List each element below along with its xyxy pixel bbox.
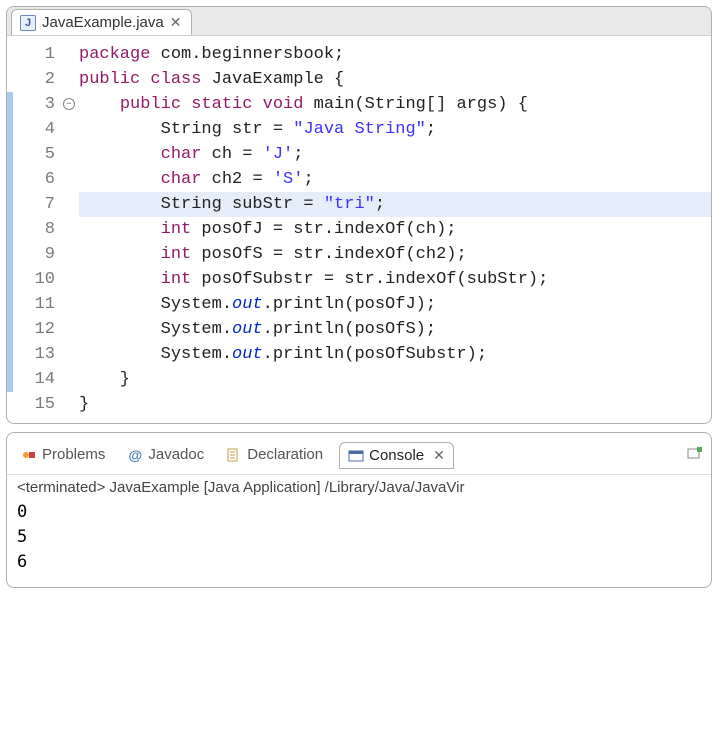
console-line: 5 (17, 525, 701, 550)
line-number: 2 (29, 67, 59, 92)
line-number: 3 (29, 92, 59, 117)
code-line: int posOfJ = str.indexOf(ch); (79, 217, 711, 242)
bottom-panel: Problems @ Javadoc Declaration Console ✕… (6, 432, 712, 588)
code-line: char ch2 = 'S'; (79, 167, 711, 192)
code-line: System.out.println(posOfSubstr); (79, 342, 711, 367)
line-number: 1 (29, 42, 59, 67)
code-line: String str = "Java String"; (79, 117, 711, 142)
code-line: public static void main(String[] args) { (79, 92, 711, 117)
line-number: 12 (29, 317, 59, 342)
declaration-icon (226, 447, 242, 463)
code-line: package com.beginnersbook; (79, 42, 711, 67)
console-output[interactable]: 056 (7, 498, 711, 577)
code-line: System.out.println(posOfJ); (79, 292, 711, 317)
tab-javadoc[interactable]: @ Javadoc (121, 444, 210, 465)
console-line: 0 (17, 500, 701, 525)
close-icon[interactable]: ✕ (433, 447, 445, 464)
problems-icon (21, 447, 37, 463)
line-number: 5 (29, 142, 59, 167)
line-number: 9 (29, 242, 59, 267)
tab-problems[interactable]: Problems (15, 444, 111, 465)
console-line: 6 (17, 550, 701, 575)
marker-column (7, 36, 29, 417)
tab-label: Problems (42, 446, 105, 463)
code-area: 123−456789101112131415 package com.begin… (7, 36, 711, 423)
line-number: 14 (29, 367, 59, 392)
editor-tab[interactable]: J JavaExample.java ✕ (11, 9, 192, 35)
code-line: int posOfS = str.indexOf(ch2); (79, 242, 711, 267)
line-number: 11 (29, 292, 59, 317)
code-line: public class JavaExample { (79, 67, 711, 92)
code-line: System.out.println(posOfS); (79, 317, 711, 342)
console-status: <terminated> JavaExample [Java Applicati… (7, 475, 711, 498)
line-number: 4 (29, 117, 59, 142)
javadoc-icon: @ (127, 447, 143, 463)
code-line: } (79, 392, 711, 417)
line-number: 15 (29, 392, 59, 417)
tab-console[interactable]: Console ✕ (339, 442, 454, 469)
line-number: 6 (29, 167, 59, 192)
code-content[interactable]: package com.beginnersbook;public class J… (63, 36, 711, 417)
close-icon[interactable]: ✕ (170, 14, 182, 31)
tab-label: Declaration (247, 446, 323, 463)
code-line: String subStr = "tri"; (79, 192, 711, 217)
tab-filename: JavaExample.java (42, 14, 164, 31)
code-line: } (79, 367, 711, 392)
tab-label: Console (369, 447, 424, 464)
console-icon (348, 448, 364, 464)
editor-tab-bar: J JavaExample.java ✕ (7, 7, 711, 36)
tab-declaration[interactable]: Declaration (220, 444, 329, 465)
line-number: 7 (29, 192, 59, 217)
line-number: 8 (29, 217, 59, 242)
line-number: 10 (29, 267, 59, 292)
editor-panel: J JavaExample.java ✕ 123−456789101112131… (6, 6, 712, 424)
code-line: int posOfSubstr = str.indexOf(subStr); (79, 267, 711, 292)
line-number: 13 (29, 342, 59, 367)
java-file-icon: J (20, 15, 36, 31)
bottom-tab-bar: Problems @ Javadoc Declaration Console ✕ (7, 439, 711, 475)
tab-label: Javadoc (148, 446, 204, 463)
line-number-gutter[interactable]: 123−456789101112131415 (29, 36, 63, 417)
code-line: char ch = 'J'; (79, 142, 711, 167)
console-action-icon[interactable] (687, 445, 703, 465)
